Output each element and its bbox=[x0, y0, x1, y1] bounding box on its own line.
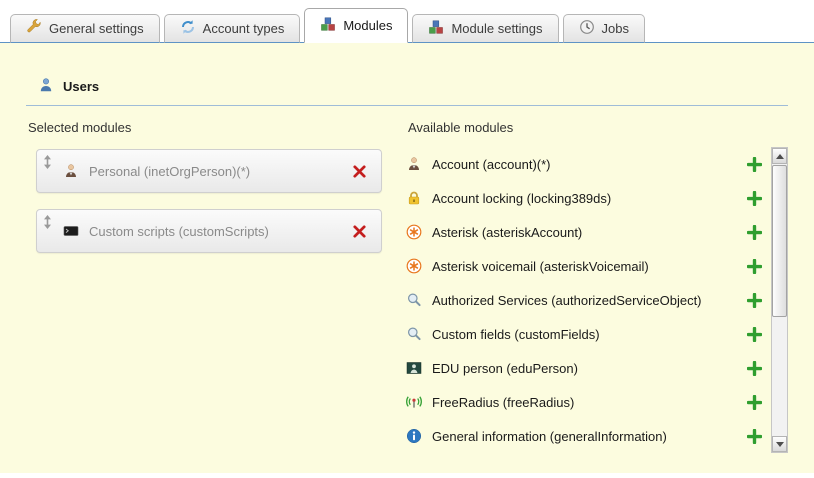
tab-label: Jobs bbox=[602, 21, 629, 36]
add-module-button[interactable] bbox=[745, 189, 764, 208]
available-module-row: Account locking (locking389ds) bbox=[406, 181, 764, 215]
graduation-icon bbox=[406, 360, 422, 376]
section-title: Users bbox=[63, 79, 99, 94]
scroll-up-button[interactable] bbox=[772, 148, 787, 164]
lock-icon bbox=[406, 190, 422, 206]
lam-configuration-page: General settings Account types Modules M… bbox=[0, 0, 814, 478]
available-module-label: Account locking (locking389ds) bbox=[432, 191, 745, 206]
drag-handle-icon[interactable] bbox=[43, 215, 52, 229]
add-module-button[interactable] bbox=[745, 223, 764, 242]
asterisk-icon bbox=[406, 224, 422, 240]
magnifier-icon bbox=[406, 292, 422, 308]
available-modules-list: Account (account)(*) Account locking (lo… bbox=[406, 147, 764, 453]
remove-module-button[interactable] bbox=[350, 222, 369, 241]
users-section-header: Users bbox=[26, 43, 788, 106]
tab-label: Modules bbox=[343, 18, 392, 33]
available-module-label: Custom fields (customFields) bbox=[432, 327, 745, 342]
available-module-row: Asterisk (asteriskAccount) bbox=[406, 215, 764, 249]
modules-columns: Selected modules Personal (inetOrgPerson… bbox=[0, 106, 814, 453]
available-module-label: FreeRadius (freeRadius) bbox=[432, 395, 745, 410]
selected-module-label: Custom scripts (customScripts) bbox=[89, 224, 350, 239]
selected-module-row[interactable]: Personal (inetOrgPerson)(*) bbox=[36, 149, 382, 193]
selected-modules-column: Selected modules Personal (inetOrgPerson… bbox=[26, 106, 382, 453]
tab-general-settings[interactable]: General settings bbox=[10, 14, 160, 43]
available-modules-heading: Available modules bbox=[406, 106, 788, 145]
modules-cubes-icon bbox=[428, 19, 444, 38]
terminal-icon bbox=[63, 223, 79, 239]
selected-module-row[interactable]: Custom scripts (customScripts) bbox=[36, 209, 382, 253]
available-module-row: General information (generalInformation) bbox=[406, 419, 764, 453]
available-modules-list-wrap: Account (account)(*) Account locking (lo… bbox=[406, 147, 788, 453]
person-icon bbox=[406, 156, 422, 172]
add-module-button[interactable] bbox=[745, 155, 764, 174]
available-module-row: FreeRadius (freeRadius) bbox=[406, 385, 764, 419]
available-module-label: EDU person (eduPerson) bbox=[432, 361, 745, 376]
available-module-label: Account (account)(*) bbox=[432, 157, 745, 172]
scrollbar-track[interactable] bbox=[772, 164, 787, 436]
available-module-label: Asterisk voicemail (asteriskVoicemail) bbox=[432, 259, 745, 274]
tab-module-settings[interactable]: Module settings bbox=[412, 14, 558, 43]
user-icon bbox=[38, 77, 54, 96]
add-module-button[interactable] bbox=[745, 393, 764, 412]
add-module-button[interactable] bbox=[745, 427, 764, 446]
modules-cubes-icon bbox=[320, 16, 336, 35]
selected-module-label: Personal (inetOrgPerson)(*) bbox=[89, 164, 350, 179]
available-modules-column: Available modules Account (account)(*) bbox=[406, 106, 788, 453]
available-module-row: Custom fields (customFields) bbox=[406, 317, 764, 351]
tab-label: General settings bbox=[49, 21, 144, 36]
add-module-button[interactable] bbox=[745, 325, 764, 344]
antenna-icon bbox=[406, 394, 422, 410]
tab-jobs[interactable]: Jobs bbox=[563, 14, 645, 43]
scroll-down-button[interactable] bbox=[772, 436, 787, 452]
available-module-label: Asterisk (asteriskAccount) bbox=[432, 225, 745, 240]
selected-modules-heading: Selected modules bbox=[26, 106, 382, 145]
clock-icon bbox=[579, 19, 595, 38]
add-module-button[interactable] bbox=[745, 291, 764, 310]
asterisk-icon bbox=[406, 258, 422, 274]
arrow-down-icon bbox=[776, 442, 784, 447]
tab-label: Module settings bbox=[451, 21, 542, 36]
available-module-row: Authorized Services (authorizedServiceOb… bbox=[406, 283, 764, 317]
add-module-button[interactable] bbox=[745, 257, 764, 276]
add-module-button[interactable] bbox=[745, 359, 764, 378]
tab-label: Account types bbox=[203, 21, 285, 36]
available-module-label: Authorized Services (authorizedServiceOb… bbox=[432, 293, 745, 308]
sync-icon bbox=[180, 19, 196, 38]
available-module-row: Account (account)(*) bbox=[406, 147, 764, 181]
tab-bar: General settings Account types Modules M… bbox=[0, 0, 814, 43]
available-module-row: Asterisk voicemail (asteriskVoicemail) bbox=[406, 249, 764, 283]
info-icon bbox=[406, 428, 422, 444]
magnifier-icon bbox=[406, 326, 422, 342]
available-module-label: General information (generalInformation) bbox=[432, 429, 745, 444]
arrow-up-icon bbox=[776, 154, 784, 159]
remove-module-button[interactable] bbox=[350, 162, 369, 181]
tab-modules[interactable]: Modules bbox=[304, 8, 408, 43]
tab-account-types[interactable]: Account types bbox=[164, 14, 301, 43]
available-module-row: EDU person (eduPerson) bbox=[406, 351, 764, 385]
person-icon bbox=[63, 163, 79, 179]
modules-panel: Users Selected modules Personal (inetOrg… bbox=[0, 43, 814, 473]
drag-handle-icon[interactable] bbox=[43, 155, 52, 169]
scrollbar[interactable] bbox=[771, 147, 788, 453]
wrench-icon bbox=[26, 19, 42, 38]
scrollbar-thumb[interactable] bbox=[772, 165, 787, 317]
